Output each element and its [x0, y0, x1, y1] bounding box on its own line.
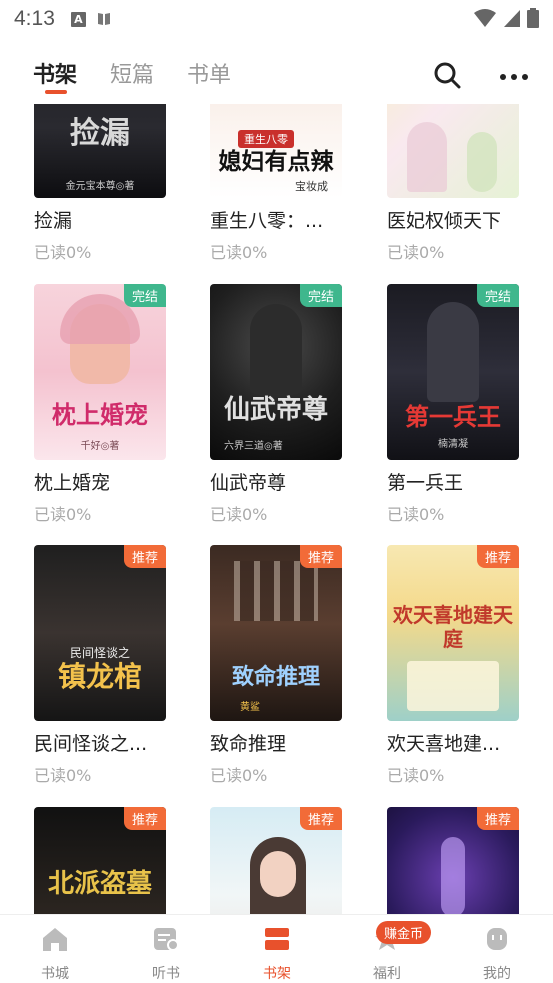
nav-label: 书城 — [41, 966, 69, 982]
tab-bookshelf[interactable]: 书架 — [33, 57, 77, 89]
book-cover[interactable]: 重生八零 媳妇有点辣 宝妆成 — [210, 104, 342, 198]
status-badge: 推荐 — [123, 545, 166, 568]
book-title: 医妃权倾天下 — [387, 210, 502, 232]
cover-author-text: 黄鲨 — [240, 702, 260, 713]
book-title: 第一兵王 — [387, 472, 464, 494]
cover-title-text: 镇龙棺 — [57, 660, 142, 693]
book-item[interactable]: 致命推理 黄鲨 推荐 致命推理 已读0% — [210, 545, 342, 786]
battery-icon — [527, 8, 539, 28]
book-item[interactable]: 重生八零 媳妇有点辣 宝妆成 重生八零：... 已读0% — [210, 104, 342, 263]
tab-booklist[interactable]: 书单 — [187, 57, 231, 89]
nav-label: 我的 — [483, 966, 511, 982]
cover-title-text: 第一兵王 — [405, 402, 501, 431]
status-badge: 完结 — [476, 284, 519, 307]
bookshelf-grid: 捡漏 金元宝本尊◎著 捡漏 已读0% 重生八零 媳妇有点辣 宝妆成 重生八零：.… — [0, 104, 553, 914]
nav-welfare[interactable]: 赚金币 福利 — [352, 921, 432, 983]
book-progress: 已读0% — [34, 766, 92, 785]
nav-label: 福利 — [373, 966, 401, 982]
cover-title-text: 欢天喜地建天庭 — [393, 603, 513, 651]
book-title: 捡漏 — [34, 210, 73, 232]
book-item[interactable]: 仙武帝尊 六界三道◎著 完结 仙武帝尊 已读0% — [210, 284, 342, 525]
book-cover[interactable]: 捡漏 金元宝本尊◎著 — [34, 104, 166, 198]
book-title: 重生八零：... — [210, 210, 324, 232]
nav-audiobook[interactable]: 听书 — [131, 925, 201, 983]
book-item[interactable]: 枕上婚宠 千好◎著 完结 枕上婚宠 已读0% — [34, 284, 166, 525]
nav-label: 书架 — [263, 966, 291, 982]
search-icon[interactable] — [433, 61, 461, 89]
book-cover[interactable]: 枕上婚宠 千好◎著 完结 — [34, 284, 166, 460]
earn-coins-badge[interactable]: 赚金币 — [376, 921, 432, 944]
book-cover[interactable]: 仙武帝尊 六界三道◎著 完结 — [210, 284, 342, 460]
book-progress: 已读0% — [210, 505, 268, 524]
book-cover[interactable]: 欢天喜地建天庭 推荐 — [387, 545, 519, 721]
status-badge: 推荐 — [299, 807, 342, 830]
cover-title-text: 枕上婚宠 — [52, 400, 148, 429]
book-item[interactable]: 北派盗墓 推荐 — [34, 807, 166, 914]
book-item[interactable]: 民间怪谈之 镇龙棺 推荐 民间怪谈之... 已读0% — [34, 545, 166, 786]
book-cover[interactable]: 致命推理 黄鲨 推荐 — [210, 545, 342, 721]
nav-profile[interactable]: 我的 — [462, 925, 532, 983]
active-tab-indicator — [45, 90, 67, 94]
book-item[interactable]: 第一兵王 楠清凝 完结 第一兵王 已读0% — [387, 284, 519, 525]
book-progress: 已读0% — [387, 243, 445, 262]
status-bar: 4:13 A — [0, 0, 553, 38]
status-badge: 推荐 — [476, 545, 519, 568]
cover-title-text: 仙武帝尊 — [223, 395, 328, 425]
book-cover[interactable]: 推荐 — [387, 807, 519, 914]
book-item[interactable]: 捡漏 金元宝本尊◎著 捡漏 已读0% — [34, 104, 166, 263]
cover-author-text: 楠清凝 — [438, 439, 468, 450]
bookshelf-icon — [265, 928, 289, 950]
cover-author-text: 六界三道◎著 — [224, 441, 283, 452]
tab-short-stories[interactable]: 短篇 — [110, 57, 154, 89]
book-item[interactable]: 医妃权倾天下 已读0% — [387, 104, 519, 263]
profile-icon — [487, 928, 507, 950]
book-item[interactable]: 欢天喜地建天庭 推荐 欢天喜地建... 已读0% — [387, 545, 519, 786]
book-cover[interactable]: 民间怪谈之 镇龙棺 推荐 — [34, 545, 166, 721]
book-title: 欢天喜地建... — [387, 733, 501, 755]
notification-book-icon — [97, 13, 110, 25]
book-title: 仙武帝尊 — [210, 472, 287, 494]
more-options-icon[interactable] — [499, 73, 529, 81]
status-badge: 推荐 — [476, 807, 519, 830]
cover-title-text: 致命推理 — [231, 664, 320, 690]
book-progress: 已读0% — [34, 505, 92, 524]
wifi-icon — [474, 9, 496, 27]
cover-author-text: 金元宝本尊◎著 — [65, 181, 135, 192]
cover-author-text: 宝妆成 — [295, 180, 328, 193]
book-progress: 已读0% — [34, 243, 92, 262]
book-cover[interactable] — [387, 104, 519, 198]
book-cover[interactable]: 北派盗墓 推荐 — [34, 807, 166, 914]
bottom-nav: 书城 听书 书架 赚金币 福利 我的 — [0, 914, 553, 983]
status-time: 4:13 — [14, 7, 55, 30]
book-progress: 已读0% — [210, 766, 268, 785]
status-badge: 完结 — [123, 284, 166, 307]
book-cover[interactable]: 推荐 — [210, 807, 342, 914]
status-badge: 推荐 — [123, 807, 166, 830]
status-badge: 推荐 — [299, 545, 342, 568]
home-icon — [43, 928, 67, 951]
cover-title-text: 北派盗墓 — [47, 869, 152, 899]
top-header: 书架 短篇 书单 — [0, 44, 553, 104]
notification-a-icon: A — [70, 11, 86, 27]
audiobook-icon — [154, 928, 179, 951]
book-progress: 已读0% — [210, 243, 268, 262]
book-item[interactable]: 推荐 — [387, 807, 519, 914]
nav-bookshelf[interactable]: 书架 — [242, 925, 312, 983]
cover-title-text: 捡漏 — [70, 116, 130, 151]
book-title: 枕上婚宠 — [34, 472, 111, 494]
book-progress: 已读0% — [387, 766, 445, 785]
signal-icon — [504, 10, 520, 27]
book-title: 民间怪谈之... — [34, 733, 148, 755]
book-title: 致命推理 — [210, 733, 287, 755]
book-progress: 已读0% — [387, 505, 445, 524]
nav-bookstore[interactable]: 书城 — [20, 925, 90, 983]
status-badge: 完结 — [299, 284, 342, 307]
cover-title-text: 媳妇有点辣 — [218, 148, 334, 175]
cover-author-text: 千好◎著 — [80, 441, 120, 452]
book-cover[interactable]: 第一兵王 楠清凝 完结 — [387, 284, 519, 460]
nav-label: 听书 — [152, 966, 180, 982]
book-item[interactable]: 推荐 — [210, 807, 342, 914]
